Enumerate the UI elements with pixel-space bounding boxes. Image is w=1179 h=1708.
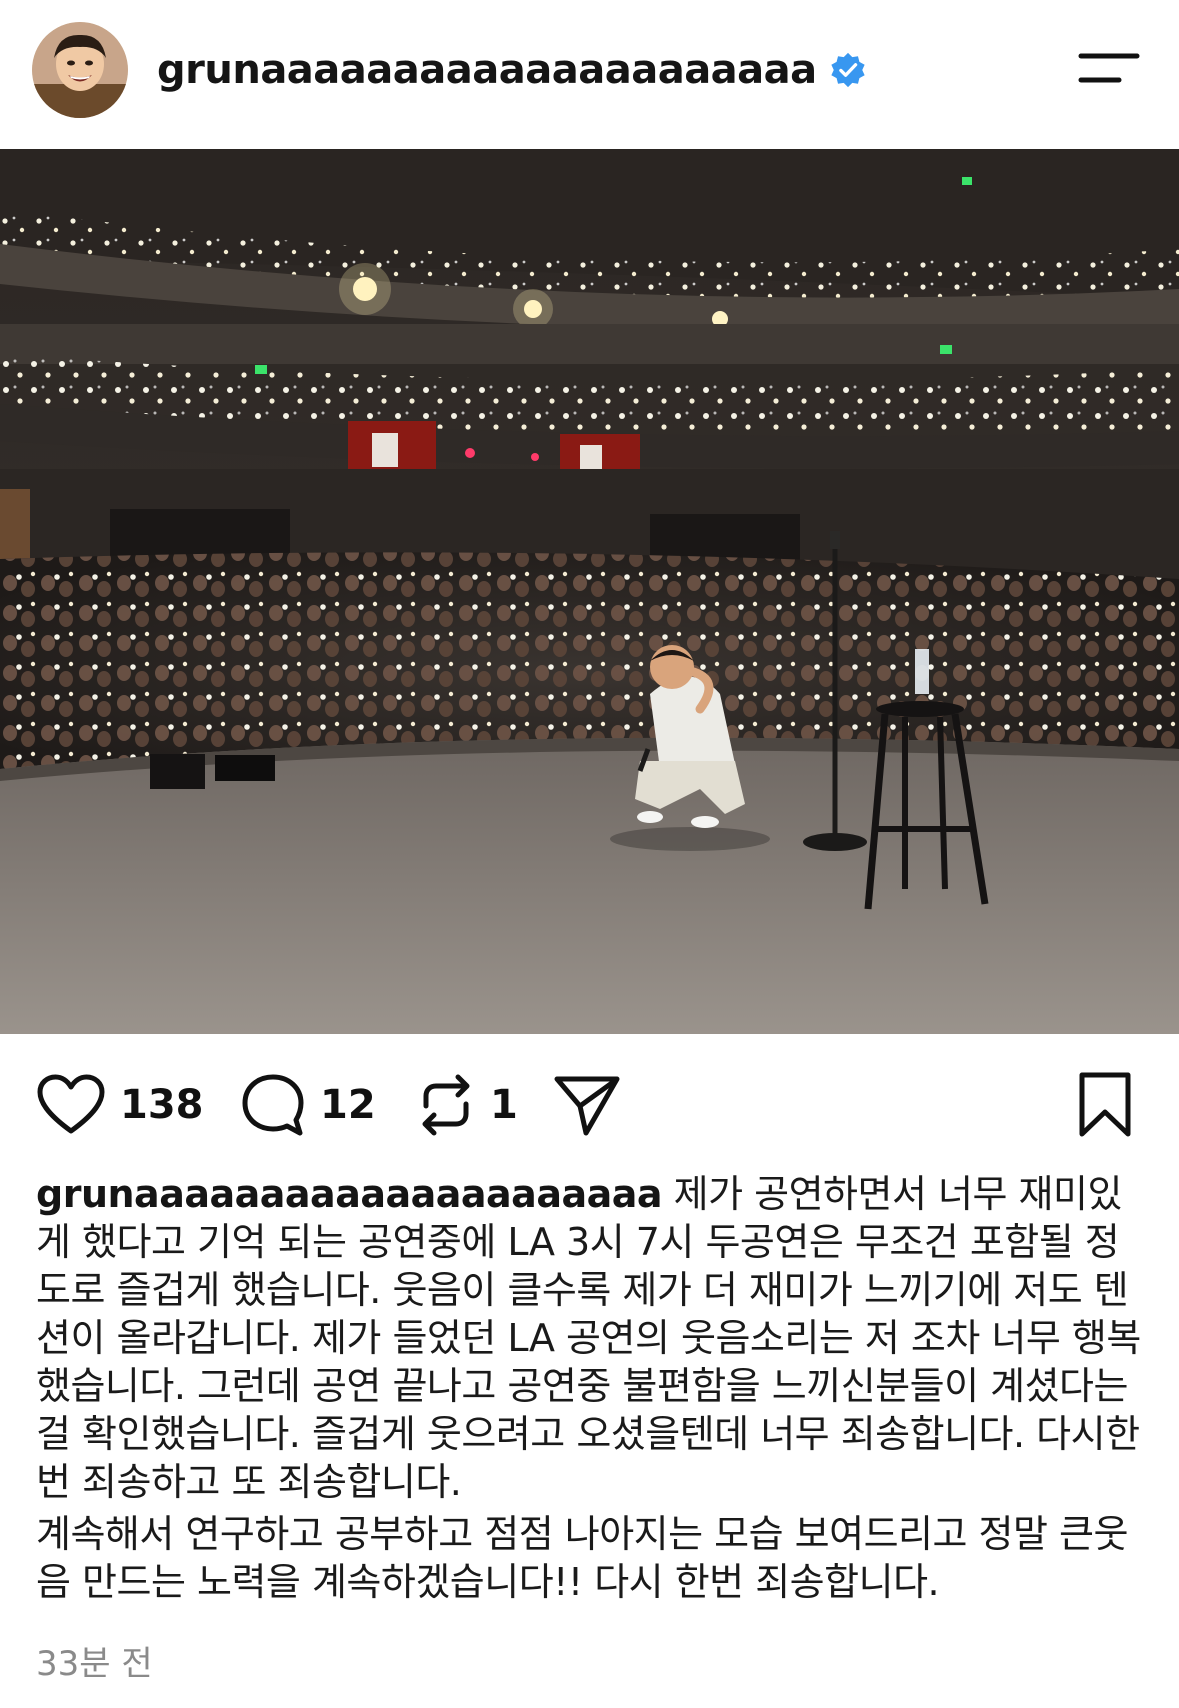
theater-photo xyxy=(0,149,1179,1034)
verified-badge-icon xyxy=(831,52,865,88)
caption-paragraph-2: 계속해서 연구하고 공부하고 점점 나아지는 모습 보여드리고 정말 큰웃음 만… xyxy=(36,1512,1128,1604)
post-header: grunaaaaaaaaaaaaaaaaaaaaa xyxy=(0,0,1179,150)
comment-count: 12 xyxy=(320,1082,376,1128)
caption-username[interactable]: grunaaaaaaaaaaaaaaaaaaaaa xyxy=(36,1172,663,1216)
comment-icon xyxy=(242,1074,304,1136)
post-timestamp: 33분 전 xyxy=(36,1644,153,1684)
save-button[interactable] xyxy=(1075,1060,1135,1150)
post-page: grunaaaaaaaaaaaaaaaaaaaaa 138 12 1 gruna… xyxy=(0,0,1179,1708)
username-row: grunaaaaaaaaaaaaaaaaaaaaa xyxy=(157,42,867,98)
avatar[interactable] xyxy=(32,22,128,118)
repost-button[interactable]: 1 xyxy=(416,1060,518,1150)
action-bar: 138 12 1 xyxy=(0,1060,1179,1150)
share-button[interactable] xyxy=(552,1060,622,1150)
comment-button[interactable]: 12 xyxy=(240,1060,376,1150)
repost-icon xyxy=(422,1074,470,1136)
caption-text-1: 제가 공연하면서 너무 재미있게 했다고 기억 되는 공연중에 LA 3시 7시… xyxy=(36,1172,1141,1504)
menu-icon[interactable] xyxy=(1075,48,1143,88)
heart-icon xyxy=(37,1074,105,1134)
caption-paragraph-1: grunaaaaaaaaaaaaaaaaaaaaa 제가 공연하면서 너무 재미… xyxy=(36,1170,1146,1506)
like-count: 138 xyxy=(120,1082,204,1128)
like-button[interactable]: 138 xyxy=(36,1060,204,1150)
repost-count: 1 xyxy=(490,1082,518,1128)
send-icon xyxy=(554,1076,620,1136)
post-image[interactable] xyxy=(0,149,1179,1034)
bookmark-icon xyxy=(1079,1072,1131,1137)
username[interactable]: grunaaaaaaaaaaaaaaaaaaaaa xyxy=(157,47,817,93)
post-caption: grunaaaaaaaaaaaaaaaaaaaaa 제가 공연하면서 너무 재미… xyxy=(36,1170,1146,1606)
